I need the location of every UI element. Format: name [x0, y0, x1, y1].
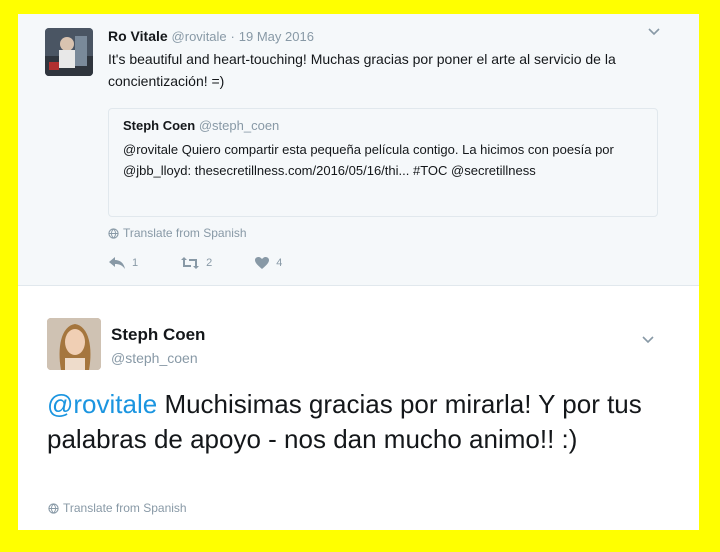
- heart-icon: [254, 256, 270, 270]
- mention-link[interactable]: @rovitale: [47, 389, 157, 419]
- translate-label[interactable]: Translate from Spanish: [63, 501, 187, 515]
- chevron-down-icon[interactable]: [648, 28, 660, 36]
- tweet-frame: Ro Vitale @rovitale · 19 May 2016 It's b…: [18, 14, 699, 530]
- reply-author-name[interactable]: Ro Vitale: [108, 28, 168, 44]
- chevron-down-icon[interactable]: [642, 336, 654, 344]
- translate-link[interactable]: Translate from Spanish: [108, 226, 247, 240]
- quoted-tweet[interactable]: Steph Coen @steph_coen @rovitale Quiero …: [108, 108, 658, 217]
- main-tweet-text: @rovitale Muchisimas gracias por mirarla…: [47, 387, 647, 457]
- quoted-tweet-text: @rovitale Quiero compartir esta pequeña …: [123, 142, 614, 178]
- reply-button[interactable]: 1: [108, 256, 138, 270]
- retweet-button[interactable]: 2: [180, 256, 212, 270]
- translate-link[interactable]: Translate from Spanish: [48, 501, 187, 515]
- main-author-name[interactable]: Steph Coen: [111, 325, 205, 345]
- reply-tweet[interactable]: Ro Vitale @rovitale · 19 May 2016 It's b…: [18, 14, 699, 286]
- tweet-actions: 1 2 4: [108, 256, 324, 270]
- reply-tweet-text: It's beautiful and heart-touching! Mucha…: [108, 51, 616, 89]
- quoted-author-handle: @steph_coen: [198, 118, 280, 133]
- reply-icon: [108, 256, 126, 270]
- quoted-author-name: Steph Coen: [123, 118, 196, 133]
- globe-icon: [48, 502, 59, 514]
- retweet-icon: [180, 256, 200, 270]
- avatar-ro-vitale[interactable]: [45, 28, 93, 76]
- reply-tweet-header: Ro Vitale @rovitale · 19 May 2016: [108, 28, 314, 44]
- translate-label[interactable]: Translate from Spanish: [123, 226, 247, 240]
- like-button[interactable]: 4: [254, 256, 282, 270]
- reply-count: 1: [132, 257, 139, 269]
- reply-author-handle[interactable]: @rovitale: [172, 29, 227, 44]
- separator: ·: [230, 29, 235, 44]
- like-count: 4: [276, 257, 283, 269]
- retweet-count: 2: [206, 257, 213, 269]
- main-author-handle[interactable]: @steph_coen: [111, 350, 198, 366]
- avatar-steph-coen[interactable]: [47, 318, 101, 370]
- globe-icon: [108, 227, 119, 239]
- quoted-tweet-header: Steph Coen @steph_coen: [123, 118, 279, 133]
- reply-date[interactable]: 19 May 2016: [239, 29, 314, 44]
